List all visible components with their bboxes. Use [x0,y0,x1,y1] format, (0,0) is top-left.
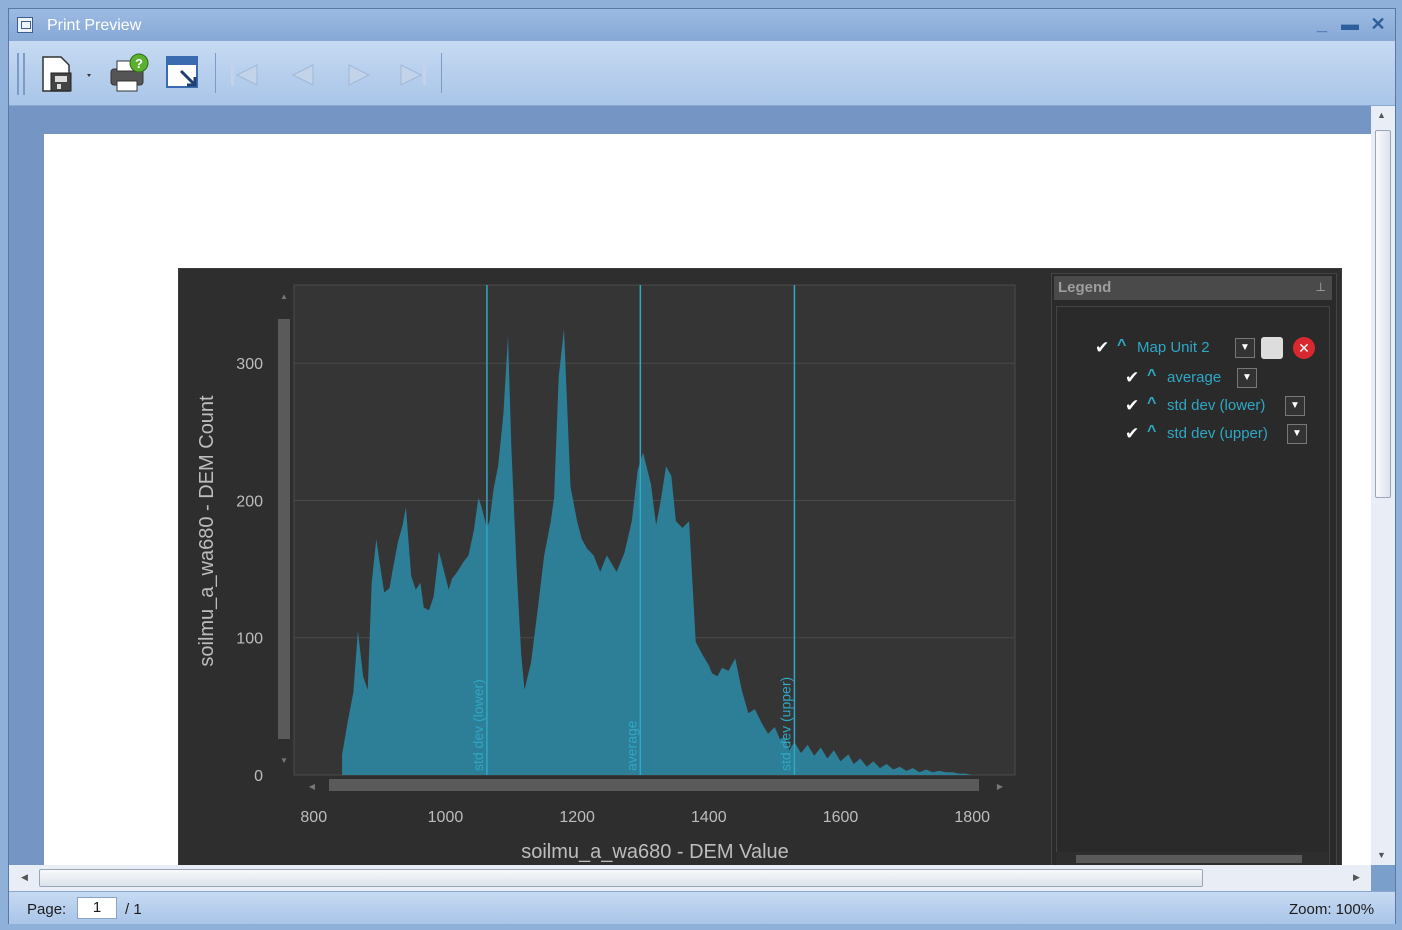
legend-item-label: std dev (upper) [1167,425,1268,442]
legend-item-label: Map Unit 2 [1137,339,1210,356]
x-scroll-left-icon[interactable]: ◀ [309,782,316,791]
legend-body: ✔ ^ Map Unit 2 ▼ ✕ ✔ ^ average ▼ ✔ ^ std… [1056,306,1330,865]
reference-line-label: std dev (upper) [777,677,793,771]
y-tick-label: 200 [236,493,263,510]
y-tick-label: 300 [236,356,263,373]
legend-item-label: average [1167,369,1222,386]
legend-panel: Legend ⊥ ✔ ^ Map Unit 2 ▼ ✕ ✔ ^ average … [1051,273,1337,865]
horizontal-scrollbar[interactable]: ◀ ▶ [9,865,1371,891]
print-preview-window: Print Preview _ ▬ ✕ ? ▲ ▼ ◀ ▶ std dev (l… [8,8,1396,924]
y-scroll-up-icon[interactable]: ▲ [280,292,288,301]
x-tick-label: 1800 [954,809,990,826]
scroll-down-icon[interactable]: ▼ [1377,850,1386,860]
vertical-scrollbar[interactable]: ▲ ▼ [1371,106,1395,865]
legend-item-label: std dev (lower) [1167,397,1266,414]
chevron-up-icon[interactable]: ^ [1147,423,1161,441]
checkbox-icon[interactable]: ✔ [1125,425,1140,442]
dropdown-button[interactable]: ▼ [1237,368,1257,388]
toolbar-separator [441,53,442,93]
y-tick-label: 0 [254,768,263,785]
chevron-up-icon[interactable]: ^ [1117,337,1131,355]
pin-icon[interactable]: ⊥ [1316,280,1326,294]
export-button[interactable] [163,51,207,95]
zoom-level: Zoom: 100% [1289,901,1375,918]
legend-hscrollbar[interactable] [1056,852,1328,865]
y-tick-label: 100 [236,631,263,648]
export-icon [166,56,198,88]
checkbox-icon[interactable]: ✔ [1125,397,1140,414]
print-icon: ? [110,53,149,92]
x-tick-label: 1000 [428,809,464,826]
title-bar: Print Preview _ ▬ ✕ [9,9,1395,41]
x-tick-label: 1600 [823,809,859,826]
chevron-up-icon[interactable]: ^ [1147,367,1161,385]
svg-text:?: ? [135,56,143,71]
previous-page-button[interactable] [285,61,321,89]
page-label: Page: [27,901,67,918]
x-tick-label: 800 [300,809,327,826]
chart-frame: ▲ ▼ ◀ ▶ std dev (lower) average std dev (u… [178,268,1342,865]
y-scroll-down-icon[interactable]: ▼ [280,756,288,765]
horizontal-scrollbar-thumb[interactable] [39,869,1203,887]
next-page-button[interactable] [341,61,377,89]
status-bar: Page: 1 / 1 Zoom: 100% [9,891,1395,924]
legend-title: Legend [1058,279,1112,296]
vertical-scrollbar-thumb[interactable] [1375,130,1391,498]
window-title: Print Preview [47,17,142,34]
preview-area: ▲ ▼ ◀ ▶ std dev (lower) average std dev (u… [9,106,1371,865]
legend-hscrollbar-thumb[interactable] [1076,855,1302,863]
x-tick-label: 1400 [691,809,727,826]
save-icon [42,56,91,92]
save-button[interactable] [37,51,91,95]
last-page-button[interactable] [395,61,431,89]
x-scrollbar-thumb[interactable] [329,779,979,791]
remove-icon[interactable]: ✕ [1293,337,1315,359]
chevron-up-icon[interactable]: ^ [1147,395,1161,413]
toolbar-separator [215,53,216,93]
y-tick-labels: 0 100 200 300 [236,356,263,785]
y-scrollbar-thumb[interactable] [278,319,290,739]
first-page-button[interactable] [227,61,263,89]
maximize-button[interactable]: ▬ [1339,13,1361,35]
next-page-icon [348,64,371,86]
print-preview-icon [17,17,33,33]
table-icon[interactable] [1261,337,1283,359]
y-axis-label: soilmu_a_wa680 - DEM Count [196,395,218,667]
scroll-right-icon[interactable]: ▶ [1353,872,1360,883]
first-page-icon [231,64,258,86]
x-scroll-right-icon[interactable]: ▶ [997,782,1004,791]
minimize-button[interactable]: _ [1311,13,1333,35]
toolbar-grip[interactable] [17,53,25,95]
previous-page-icon [291,64,314,86]
x-axis-label: soilmu_a_wa680 - DEM Value [521,841,789,863]
print-button[interactable]: ? [107,51,151,95]
toolbar: ? [9,41,1395,106]
scroll-left-icon[interactable]: ◀ [21,872,28,883]
last-page-icon [400,64,426,86]
x-tick-label: 1200 [559,809,595,826]
dropdown-button[interactable]: ▼ [1287,424,1307,444]
histogram-chart: ▲ ▼ ◀ ▶ std dev (lower) average std dev (u… [196,284,1016,863]
page-number-input[interactable]: 1 [77,897,117,919]
close-button[interactable]: ✕ [1367,13,1389,35]
preview-page: ▲ ▼ ◀ ▶ std dev (lower) average std dev (u… [44,134,1371,865]
x-tick-labels: 800 1000 1200 1400 1600 1800 [300,809,990,826]
page-total: / 1 [125,901,142,918]
legend-header: Legend ⊥ [1054,276,1332,300]
scroll-up-icon[interactable]: ▲ [1377,110,1386,120]
dropdown-button[interactable]: ▼ [1285,396,1305,416]
reference-line-label: std dev (lower) [470,679,486,771]
dropdown-button[interactable]: ▼ [1235,338,1255,358]
checkbox-icon[interactable]: ✔ [1125,369,1140,386]
reference-line-label: average [623,720,639,771]
checkbox-icon[interactable]: ✔ [1095,339,1110,356]
